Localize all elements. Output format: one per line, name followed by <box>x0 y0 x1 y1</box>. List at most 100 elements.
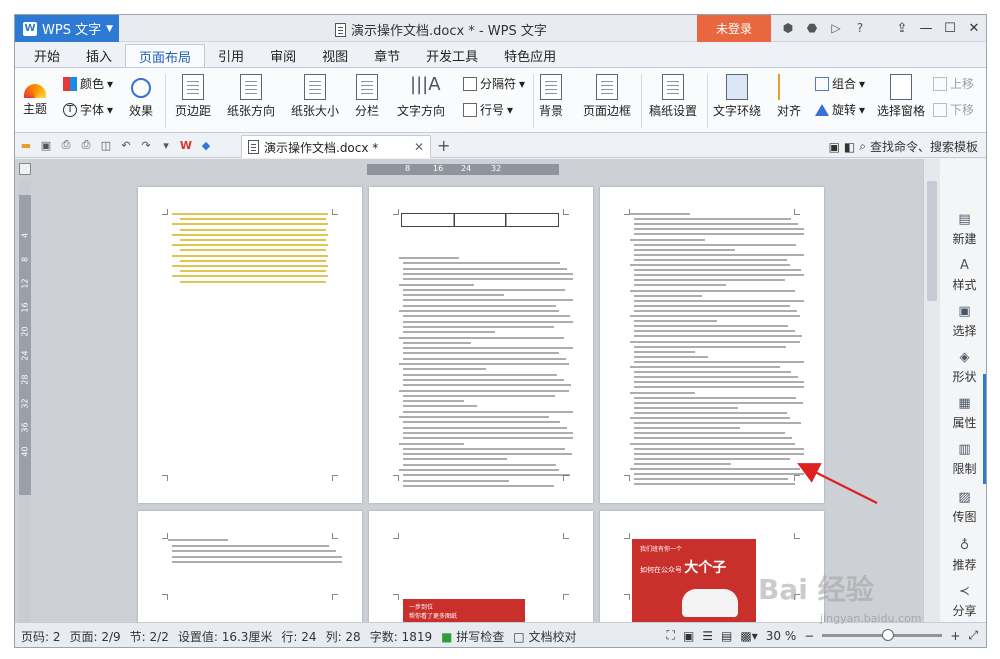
sidebar-collapse-handle[interactable] <box>983 374 986 484</box>
undo-icon[interactable]: ↶ <box>119 138 133 152</box>
settings-icon[interactable]: ⬣ <box>803 19 821 37</box>
web-view-icon[interactable]: ▤ <box>721 629 732 643</box>
document-icon <box>248 140 259 154</box>
page-1[interactable] <box>138 187 362 503</box>
close-icon[interactable]: ✕ <box>962 15 986 42</box>
color-button[interactable]: 颜色 ▾ <box>63 75 113 92</box>
line-number-button[interactable]: 行号 ▾ <box>463 101 513 118</box>
tab-chapter[interactable]: 章节 <box>361 44 413 67</box>
feedback-icon[interactable]: ▷ <box>827 19 845 37</box>
orientation-button[interactable]: 纸张方向 <box>227 74 275 119</box>
sidebar-properties[interactable]: ▦ 属性 <box>942 395 986 431</box>
ruler-tick: 36 <box>20 422 30 433</box>
page-5[interactable]: 一步到位 帮你看了更多图纸 <box>369 511 593 622</box>
fit-window-icon[interactable]: ⤢ <box>968 628 978 643</box>
move-up-button[interactable]: 上移 <box>933 75 974 92</box>
text-line <box>634 396 796 399</box>
export-pdf-icon[interactable]: ⎙ <box>59 138 73 152</box>
maximize-icon[interactable]: ☐ <box>938 15 962 42</box>
wps-cloud-icon[interactable]: W <box>179 138 193 152</box>
rotate-button[interactable]: 旋转 ▾ <box>815 101 865 118</box>
sidebar-upload-image[interactable]: ▨ 传图 <box>942 489 986 525</box>
tab-developer[interactable]: 开发工具 <box>413 44 491 67</box>
help-icon[interactable]: ? <box>851 19 869 37</box>
move-down-button[interactable]: 下移 <box>933 101 974 118</box>
reading-mode-icon[interactable]: ▩▾ <box>740 629 757 643</box>
columns-button[interactable]: 分栏 <box>355 74 379 119</box>
page-border-button[interactable]: 页面边框 <box>583 74 631 119</box>
scroll-thumb[interactable] <box>927 181 937 301</box>
login-button[interactable]: 未登录 <box>697 15 771 42</box>
sidebar-select[interactable]: ▣ 选择 <box>942 303 986 339</box>
page-2[interactable] <box>369 187 593 503</box>
align-button[interactable]: 对齐 <box>777 74 801 119</box>
wps-logo-icon: W <box>23 21 37 36</box>
zoom-knob[interactable] <box>882 629 895 641</box>
move-down-label: 下移 <box>950 103 975 117</box>
status-word-count[interactable]: 字数: 1819 <box>370 628 432 645</box>
tab-references[interactable]: 引用 <box>205 44 257 67</box>
manuscript-button[interactable]: 稿纸设置 <box>649 74 697 119</box>
sidebar-restrict[interactable]: ▥ 限制 <box>942 441 986 477</box>
new-tab-icon[interactable]: + <box>437 136 450 155</box>
text-wrap-button[interactable]: 文字环绕 <box>713 74 761 119</box>
tab-features[interactable]: 特色应用 <box>491 44 569 67</box>
font-button[interactable]: T 字体 ▾ <box>63 101 113 118</box>
document-tab[interactable]: 演示操作文档.docx * ✕ <box>241 135 431 158</box>
save-icon[interactable]: ▣ <box>39 138 53 152</box>
break-button[interactable]: 分隔符 ▾ <box>463 75 525 92</box>
tab-view[interactable]: 视图 <box>309 44 361 67</box>
vertical-scrollbar[interactable] <box>924 159 940 622</box>
document-workspace[interactable]: 8 16 24 32 4 8 12 16 20 24 28 32 36 40 一… <box>15 159 923 622</box>
tab-home[interactable]: 开始 <box>21 44 73 67</box>
zoom-in-icon[interactable]: + <box>950 629 960 643</box>
command-search[interactable]: ▣ ◧ ⌕ 查找命令、搜索模板 <box>829 138 978 155</box>
theme-button[interactable]: 主题 <box>23 74 47 117</box>
text-line <box>399 469 559 471</box>
sidebar-style[interactable]: A 样式 <box>942 257 986 293</box>
document-icon <box>335 22 346 37</box>
spell-check-toggle[interactable]: ■ 拼写检查 <box>441 628 504 645</box>
page-4[interactable] <box>138 511 362 622</box>
app-menu-button[interactable]: W WPS 文字 ▼ <box>15 15 119 42</box>
tab-page-layout[interactable]: 页面布局 <box>125 44 206 67</box>
horizontal-ruler[interactable]: 8 16 24 32 <box>367 164 559 175</box>
more-icon[interactable]: ▾ <box>159 138 173 152</box>
redo-icon[interactable]: ↷ <box>139 138 153 152</box>
margin-button[interactable]: 页边距 <box>175 74 211 119</box>
zoom-level[interactable]: 30 % <box>766 629 797 643</box>
layout-icon[interactable]: ▣ <box>829 140 840 154</box>
close-tab-icon[interactable]: ✕ <box>414 140 424 154</box>
page-view-icon[interactable]: ▣ <box>683 629 694 643</box>
skin-icon[interactable]: ⬢ <box>779 19 797 37</box>
selection-pane-button[interactable]: 选择窗格 <box>877 74 925 119</box>
print-icon[interactable]: ⎙ <box>79 138 93 152</box>
sidebar-new[interactable]: ▤ 新建 <box>942 211 986 247</box>
proofread-toggle[interactable]: □ 文档校对 <box>513 628 576 645</box>
crop-mark <box>393 533 399 539</box>
sidebar-recommend[interactable]: ♁ 推荐 <box>942 537 986 573</box>
vertical-ruler[interactable]: 4 8 12 16 20 24 28 32 36 40 <box>19 181 31 622</box>
minimize-icon[interactable]: — <box>914 15 938 42</box>
background-button[interactable]: 背景 <box>539 74 563 119</box>
sidebar-shape[interactable]: ◈ 形状 <box>942 349 986 385</box>
restore-ribbon-icon[interactable]: ⇪ <box>890 15 914 42</box>
ruler-tick: 4 <box>20 232 30 239</box>
tab-review[interactable]: 审阅 <box>257 44 309 67</box>
paper-size-button[interactable]: 纸张大小 <box>291 74 339 119</box>
tab-insert[interactable]: 插入 <box>73 44 125 67</box>
text-direction-button[interactable]: |||A 文字方向 <box>397 74 445 119</box>
zoom-out-icon[interactable]: − <box>804 629 814 643</box>
pin-icon[interactable]: ◧ <box>844 140 855 154</box>
fullscreen-icon[interactable]: ⛶ <box>667 628 675 643</box>
ruler-corner[interactable] <box>19 163 31 175</box>
outline-view-icon[interactable]: ☰ <box>702 629 713 643</box>
zoom-slider[interactable] <box>822 629 943 641</box>
sidebar-share[interactable]: ≺ 分享 <box>942 583 986 619</box>
cube-icon[interactable]: ◆ <box>199 138 213 152</box>
preview-icon[interactable]: ◫ <box>99 138 113 152</box>
open-folder-icon[interactable]: ▬ <box>19 138 33 152</box>
effect-button[interactable]: 效果 <box>129 74 153 119</box>
group-button[interactable]: 组合 ▾ <box>815 75 865 92</box>
page-3[interactable] <box>600 187 824 503</box>
